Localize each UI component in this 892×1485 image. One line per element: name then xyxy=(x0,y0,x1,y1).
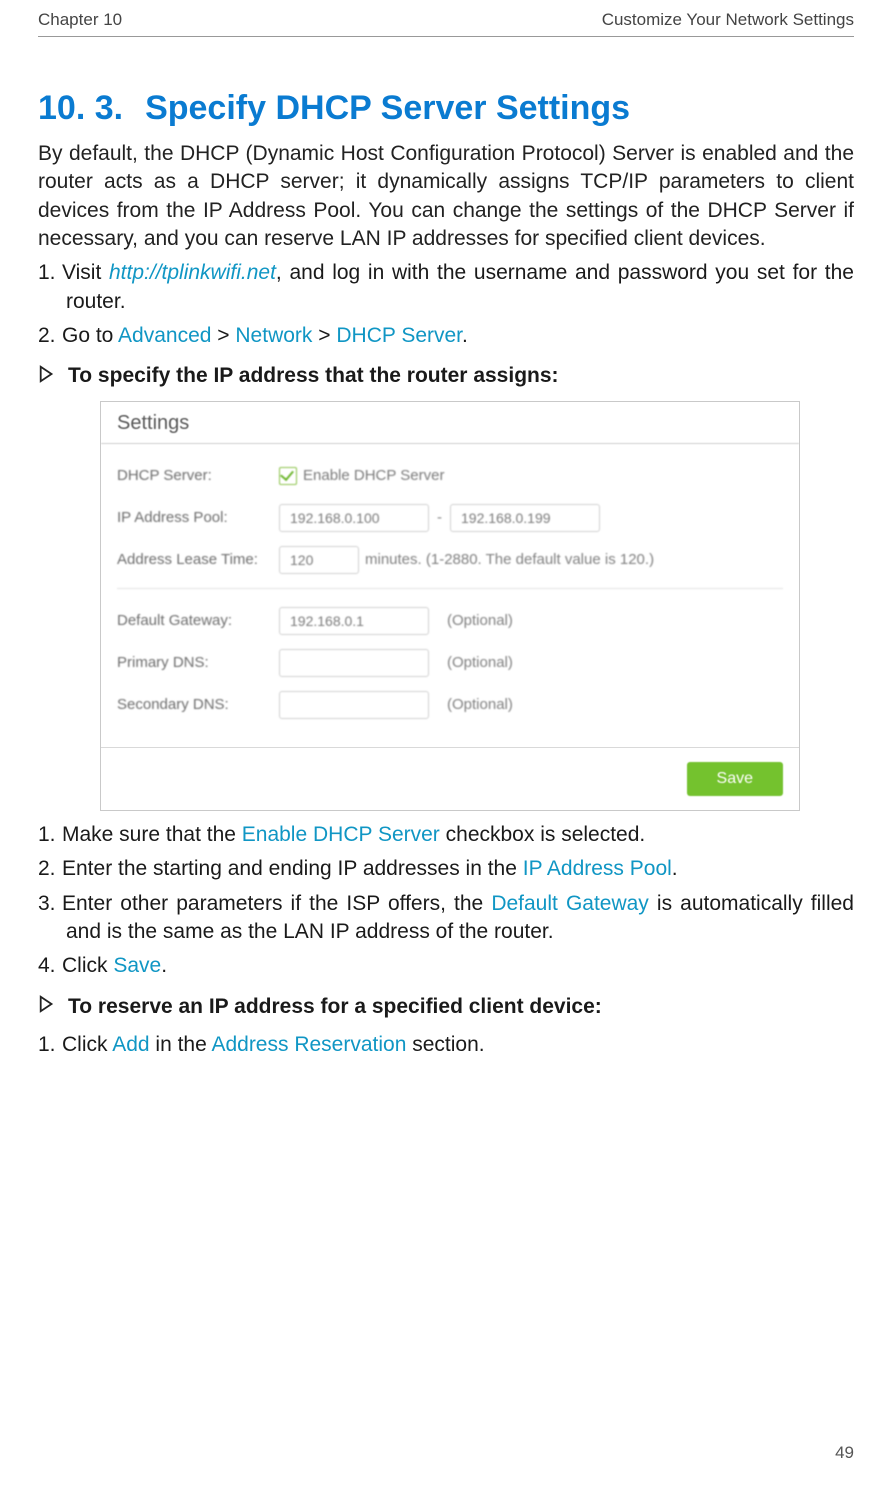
reserve-step-1: 1.Click Add in the Address Reservation s… xyxy=(38,1031,854,1059)
lease-time-input[interactable]: 120 xyxy=(279,546,359,574)
step-number: 2. xyxy=(38,322,62,350)
check-icon xyxy=(279,467,297,485)
substep-2: 2.Enter the starting and ending IP addre… xyxy=(38,855,854,883)
chevron-right-icon xyxy=(38,995,56,1019)
label-ip-pool: IP Address Pool: xyxy=(117,509,279,526)
lease-hint: minutes. (1-2880. The default value is 1… xyxy=(365,551,654,568)
row-default-gateway: Default Gateway: 192.168.0.1 (Optional) xyxy=(117,588,783,639)
step-number: 1. xyxy=(38,259,62,287)
title-text: Specify DHCP Server Settings xyxy=(145,89,630,127)
intro-paragraph: By default, the DHCP (Dynamic Host Confi… xyxy=(38,140,854,253)
step-2: 2.Go to Advanced > Network > DHCP Server… xyxy=(38,322,854,350)
gateway-input[interactable]: 192.168.0.1 xyxy=(279,607,429,635)
panel-footer: Save xyxy=(101,748,799,810)
breadcrumb-advanced: Advanced xyxy=(118,324,211,347)
section-title: Customize Your Network Settings xyxy=(602,10,854,30)
chevron-right-icon xyxy=(38,365,56,389)
label-dhcp: DHCP Server: xyxy=(117,467,279,484)
substep-3: 3.Enter other parameters if the ISP offe… xyxy=(38,890,854,947)
save-button[interactable]: Save xyxy=(687,762,783,796)
optional-text: (Optional) xyxy=(447,612,513,629)
range-dash: - xyxy=(437,509,442,526)
row-lease-time: Address Lease Time: 120 minutes. (1-2880… xyxy=(117,542,783,578)
subtask-reserve-ip: To reserve an IP address for a specified… xyxy=(38,995,854,1019)
row-dhcp-server: DHCP Server: Enable DHCP Server xyxy=(117,458,783,494)
step-1: 1.Visit http://tplinkwifi.net, and log i… xyxy=(38,259,854,316)
document-page: Chapter 10 Customize Your Network Settin… xyxy=(0,0,892,1485)
label-lease: Address Lease Time: xyxy=(117,551,279,568)
subtask-assign-ip: To specify the IP address that the route… xyxy=(38,364,854,388)
row-primary-dns: Primary DNS: (Optional) xyxy=(117,645,783,681)
page-title: 10. 3. Specify DHCP Server Settings xyxy=(38,89,854,128)
substep-4: 4.Click Save. xyxy=(38,952,854,980)
row-secondary-dns: Secondary DNS: (Optional) xyxy=(117,687,783,723)
title-number: 10. 3. xyxy=(38,89,123,127)
row-ip-pool: IP Address Pool: 192.168.0.100 - 192.168… xyxy=(117,500,783,536)
secondary-dns-input[interactable] xyxy=(279,691,429,719)
label-pdns: Primary DNS: xyxy=(117,654,279,671)
optional-text: (Optional) xyxy=(447,696,513,713)
panel-heading: Settings xyxy=(101,402,799,444)
breadcrumb-dhcp: DHCP Server xyxy=(336,324,462,347)
ip-pool-start-input[interactable]: 192.168.0.100 xyxy=(279,504,429,532)
tplinkwifi-link[interactable]: http://tplinkwifi.net xyxy=(109,261,276,284)
chapter-label: Chapter 10 xyxy=(38,10,122,30)
enable-dhcp-checkbox[interactable]: Enable DHCP Server xyxy=(279,467,444,485)
substep-1: 1.Make sure that the Enable DHCP Server … xyxy=(38,821,854,849)
panel-body: DHCP Server: Enable DHCP Server IP Addre… xyxy=(101,444,799,748)
breadcrumb-network: Network xyxy=(235,324,312,347)
label-sdns: Secondary DNS: xyxy=(117,696,279,713)
label-gateway: Default Gateway: xyxy=(117,612,279,629)
ip-pool-end-input[interactable]: 192.168.0.199 xyxy=(450,504,600,532)
settings-panel: Settings DHCP Server: Enable DHCP Server… xyxy=(100,401,800,811)
page-number: 49 xyxy=(835,1443,854,1463)
checkbox-label: Enable DHCP Server xyxy=(303,467,444,484)
primary-dns-input[interactable] xyxy=(279,649,429,677)
running-header: Chapter 10 Customize Your Network Settin… xyxy=(38,0,854,37)
optional-text: (Optional) xyxy=(447,654,513,671)
